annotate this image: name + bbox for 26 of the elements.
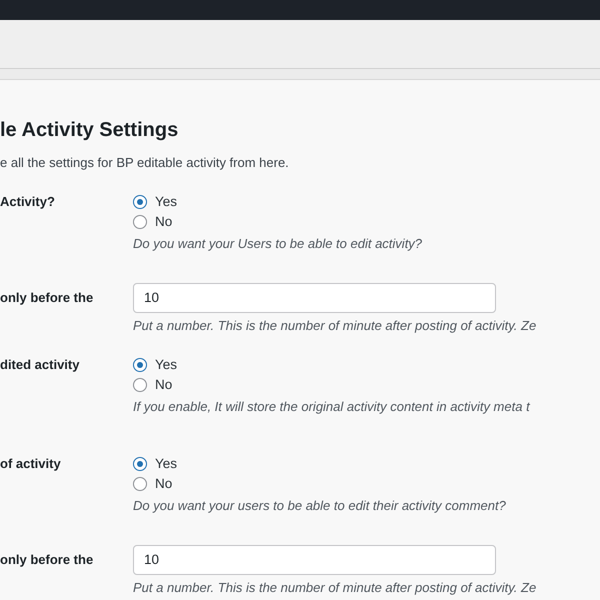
radio-option[interactable]: No — [133, 375, 172, 395]
radio-button[interactable] — [133, 378, 147, 392]
radio-button[interactable] — [133, 215, 147, 229]
radio-option[interactable]: Yes — [133, 454, 178, 474]
setting-label: of activity — [0, 455, 62, 471]
setting-hint: Do you want your users to be able to edit their activity comment? — [133, 497, 506, 515]
radio-button[interactable] — [133, 457, 147, 471]
page-description: e all the settings for BP editable activity from here. — [0, 154, 290, 172]
setting-hint: Do you want your Users to be able to edit activity? — [133, 235, 422, 253]
setting-hint: Put a number. This is the number of minute after posting of activity. Ze — [133, 317, 536, 335]
radio-button[interactable] — [133, 358, 147, 372]
radio-button[interactable] — [133, 477, 147, 491]
number-field[interactable]: 10 — [133, 283, 496, 313]
radio-option[interactable]: Yes — [133, 192, 178, 212]
setting-hint: Put a number. This is the number of minute after posting of activity. Ze — [133, 579, 536, 597]
setting-label: only before the — [0, 551, 94, 567]
radio-button[interactable] — [133, 195, 147, 209]
page-heading: le Activity Settings — [0, 118, 180, 143]
setting-label: only before the — [0, 289, 94, 305]
setting-label: dited activity — [0, 356, 80, 372]
radio-option[interactable]: Yes — [133, 355, 178, 375]
number-field[interactable]: 10 — [133, 545, 496, 575]
setting-hint: If you enable, It will store the original activity content in activity meta t — [133, 398, 530, 416]
radio-option[interactable]: No — [133, 212, 172, 232]
setting-label: Activity? — [0, 193, 56, 209]
radio-option[interactable]: No — [133, 474, 172, 494]
